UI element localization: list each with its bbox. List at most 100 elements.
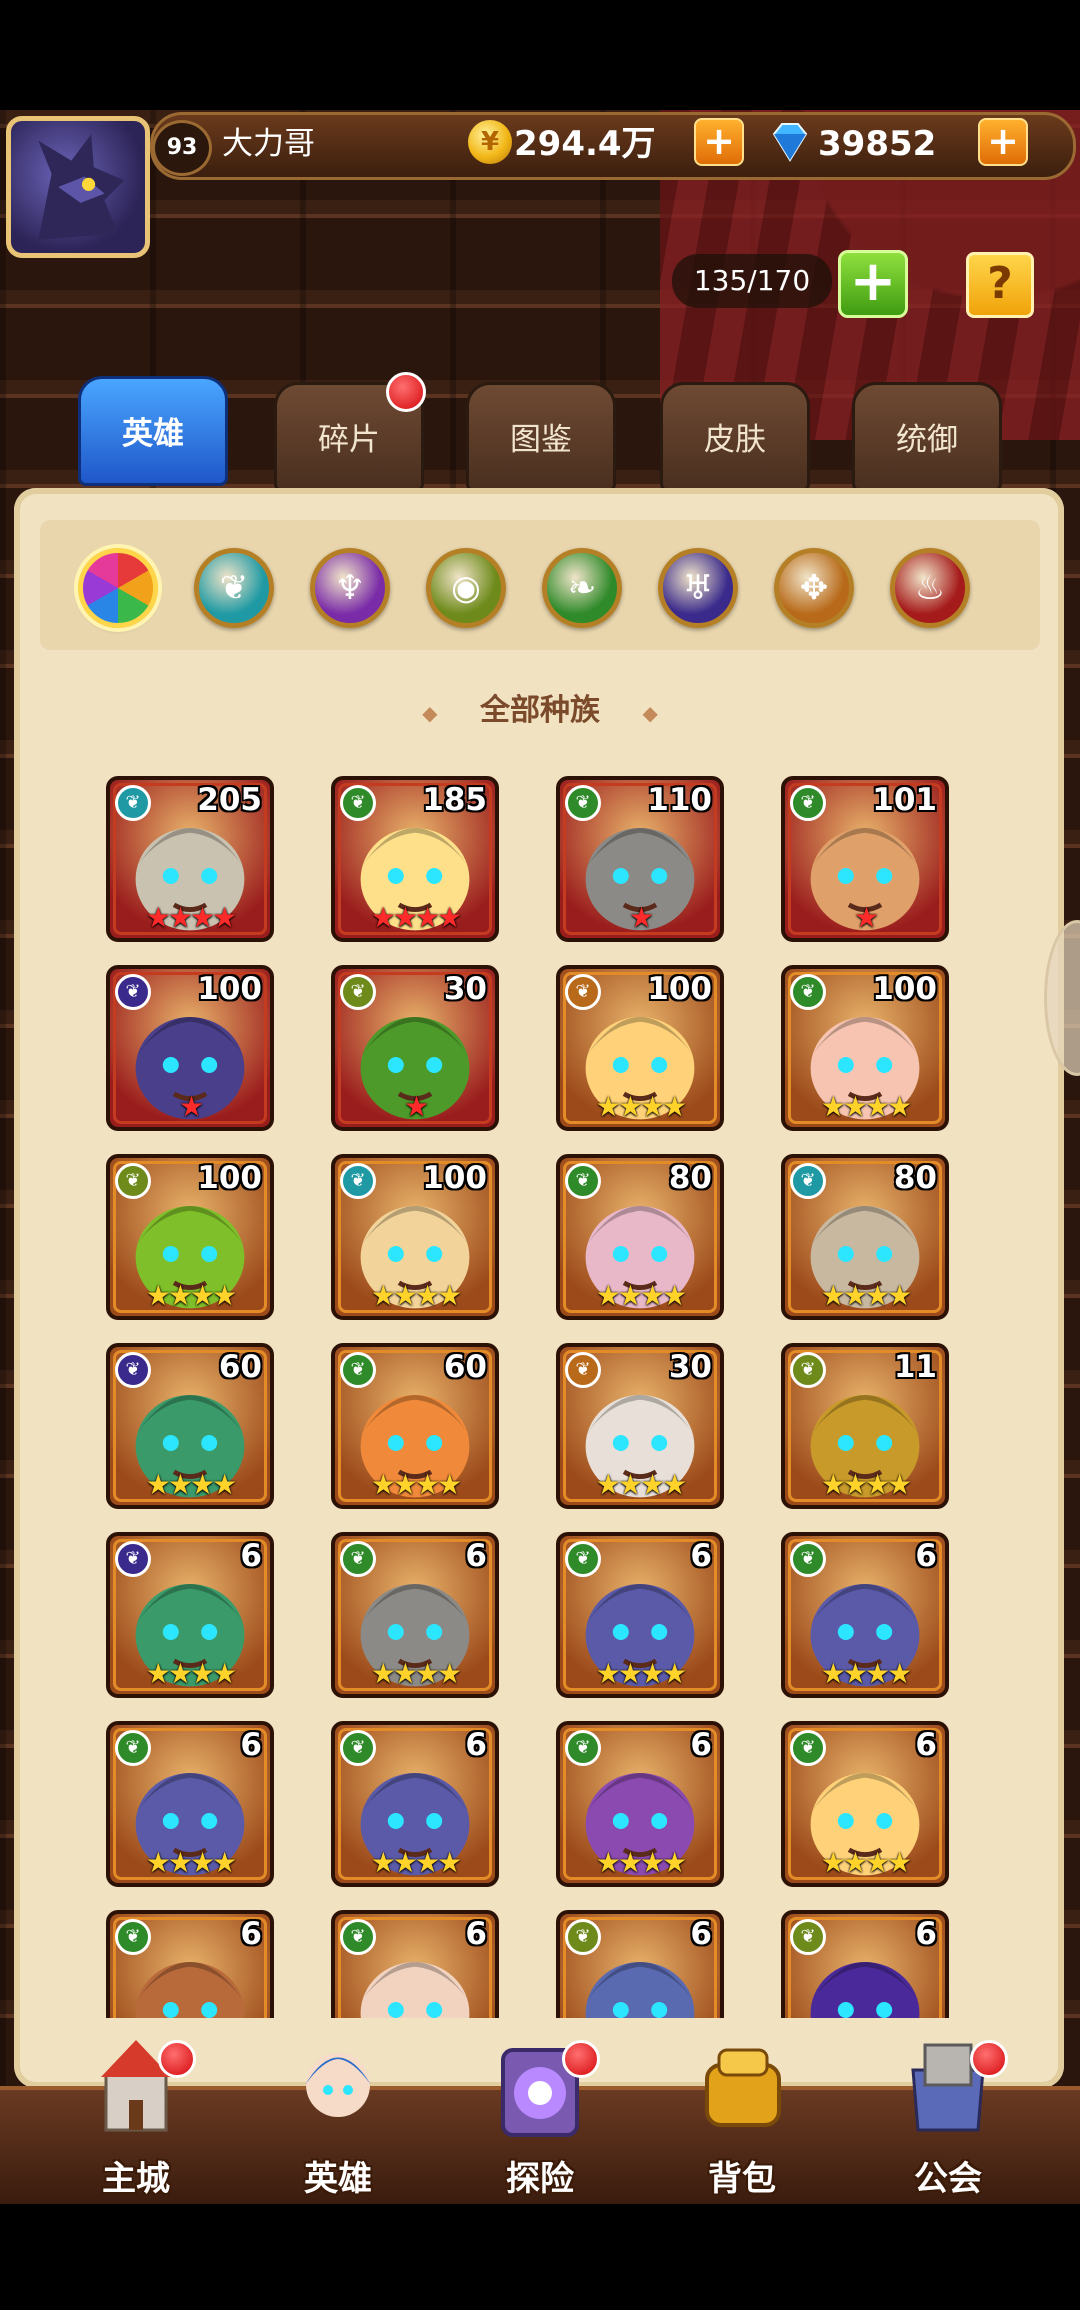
hero-star-rating: ★★★★ xyxy=(820,1468,912,1501)
hero-level: 60 xyxy=(443,1349,487,1385)
nav-hero[interactable]: 英雄 xyxy=(258,2030,418,2200)
hero-race-icon: ❦ xyxy=(565,785,601,821)
hero-race-icon: ❦ xyxy=(565,1352,601,1388)
hero-card[interactable]: ❦ 6 xyxy=(106,1910,274,2018)
hero-level: 6 xyxy=(465,1727,487,1763)
faction-filter-dark[interactable]: ♅ xyxy=(658,548,738,628)
faction-filter-nature-eye[interactable]: ◉ xyxy=(426,548,506,628)
hero-card[interactable]: ❦ 30 ★★★★ xyxy=(556,1343,724,1509)
hero-race-icon: ❦ xyxy=(790,1163,826,1199)
notification-dot xyxy=(562,2040,600,2078)
hero-card[interactable]: ❦ 80 ★★★★ xyxy=(556,1154,724,1320)
nav-castle[interactable]: 主城 xyxy=(56,2030,216,2200)
hero-race-icon: ❦ xyxy=(790,1541,826,1577)
diamond-left-icon: ◆ xyxy=(422,701,438,725)
hero-star-rating: ★★★★ xyxy=(145,1279,237,1312)
forest-wind-emblem-icon: ❦ xyxy=(219,568,249,608)
hero-level: 110 xyxy=(647,782,712,818)
hero-card[interactable]: ❦ 11 ★★★★ xyxy=(781,1343,949,1509)
nav-label: 英雄 xyxy=(304,2159,372,2199)
hero-card[interactable]: ❦ 6 ★★★★ xyxy=(331,1532,499,1698)
hero-card[interactable]: ❦ 6 ★★★★ xyxy=(556,1532,724,1698)
diamond-right-icon: ◆ xyxy=(642,701,658,725)
nav-guild[interactable]: 公会 xyxy=(868,2030,1028,2200)
backpack-icon xyxy=(705,2048,781,2127)
add-gems-button[interactable]: + xyxy=(978,118,1028,166)
hero-level: 100 xyxy=(197,971,262,1007)
hero-star-rating: ★★★★ xyxy=(145,1468,237,1501)
hero-level: 6 xyxy=(240,1727,262,1763)
hero-card[interactable]: ❦ 6 ★★★★ xyxy=(781,1532,949,1698)
hero-star-rating: ★★★★ xyxy=(820,1279,912,1312)
hero-level: 100 xyxy=(647,971,712,1007)
hero-card[interactable]: ❦ 101 ★ xyxy=(781,776,949,942)
hero-card[interactable]: ❦ 100 ★★★★ xyxy=(106,1154,274,1320)
hero-level: 6 xyxy=(915,1916,937,1952)
tab-skins[interactable]: 皮肤 xyxy=(660,382,810,492)
gem-amount: 39852 xyxy=(818,124,937,164)
hero-star-rating: ★★★★ xyxy=(820,1846,912,1879)
hero-star-rating: ★ xyxy=(178,1090,204,1123)
hero-star-rating: ★★★★ xyxy=(595,1846,687,1879)
hero-level: 185 xyxy=(422,782,487,818)
hero-star-rating: ★★★★ xyxy=(370,1846,462,1879)
notification-dot xyxy=(158,2040,196,2078)
expand-capacity-button[interactable]: + xyxy=(838,250,908,318)
nature-eye-emblem-icon: ◉ xyxy=(451,568,481,608)
hero-card[interactable]: ❦ 100 ★★★★ xyxy=(331,1154,499,1320)
hero-card[interactable]: ❦ 6 xyxy=(556,1910,724,2018)
tab-codex[interactable]: 图鉴 xyxy=(466,382,616,492)
hero-star-rating: ★★★★ xyxy=(370,901,462,934)
hero-race-icon: ❦ xyxy=(340,1352,376,1388)
hero-star-rating: ★★★★ xyxy=(145,1846,237,1879)
hero-race-icon: ❦ xyxy=(340,1730,376,1766)
nav-backpack[interactable]: 背包 xyxy=(662,2030,822,2200)
faction-filter-light[interactable]: ✥ xyxy=(774,548,854,628)
hero-card[interactable]: ❦ 110 ★ xyxy=(556,776,724,942)
hero-card[interactable]: ❦ 6 ★★★★ xyxy=(781,1721,949,1887)
hero-card[interactable]: ❦ 6 ★★★★ xyxy=(556,1721,724,1887)
hero-card[interactable]: ❦ 100 ★ xyxy=(106,965,274,1131)
hero-level: 6 xyxy=(240,1916,262,1952)
hero-race-icon: ❦ xyxy=(340,1919,376,1955)
tab-command[interactable]: 统御 xyxy=(852,382,1002,492)
hero-star-rating: ★★★★ xyxy=(370,1657,462,1690)
hero-star-rating: ★ xyxy=(628,901,654,934)
faction-filter-forest-wind[interactable]: ❦ xyxy=(194,548,274,628)
hero-card[interactable]: ❦ 6 xyxy=(331,1910,499,2018)
hero-race-icon: ❦ xyxy=(790,974,826,1010)
hero-star-rating: ★★★★ xyxy=(595,1279,687,1312)
hero-card[interactable]: ❦ 6 xyxy=(781,1910,949,2018)
player-avatar[interactable] xyxy=(6,116,150,258)
nav-portal[interactable]: 探险 xyxy=(460,2030,620,2200)
hero-level: 6 xyxy=(915,1727,937,1763)
hero-card[interactable]: ❦ 205 ★★★★ xyxy=(106,776,274,942)
faction-filter-leaf[interactable]: ❧ xyxy=(542,548,622,628)
hero-race-icon: ❦ xyxy=(565,1541,601,1577)
hero-card[interactable]: ❦ 6 ★★★★ xyxy=(331,1721,499,1887)
add-coins-button[interactable]: + xyxy=(694,118,744,166)
hero-star-rating: ★ xyxy=(853,901,879,934)
hero-race-icon: ❦ xyxy=(115,1919,151,1955)
hero-card[interactable]: ❦ 185 ★★★★ xyxy=(331,776,499,942)
player-name: 大力哥 xyxy=(222,126,315,162)
hero-card[interactable]: ❦ 60 ★★★★ xyxy=(106,1343,274,1509)
hero-card[interactable]: ❦ 60 ★★★★ xyxy=(331,1343,499,1509)
hero-race-icon: ❦ xyxy=(115,1163,151,1199)
hero-level: 100 xyxy=(422,1160,487,1196)
hero-level: 6 xyxy=(690,1916,712,1952)
dragon-avatar-icon xyxy=(38,134,125,240)
help-button[interactable]: ? xyxy=(966,252,1034,318)
hero-card[interactable]: ❦ 6 ★★★★ xyxy=(106,1721,274,1887)
tab-heroes[interactable]: 英雄 xyxy=(78,376,228,486)
faction-filter-all[interactable] xyxy=(78,548,158,628)
hero-card[interactable]: ❦ 80 ★★★★ xyxy=(781,1154,949,1320)
faction-filter-demon[interactable]: ♨ xyxy=(890,548,970,628)
hero-card[interactable]: ❦ 30 ★ xyxy=(331,965,499,1131)
nav-label: 公会 xyxy=(914,2159,982,2199)
hero-card[interactable]: ❦ 100 ★★★★ xyxy=(781,965,949,1131)
hero-card[interactable]: ❦ 100 ★★★★ xyxy=(556,965,724,1131)
hero-level: 60 xyxy=(218,1349,262,1385)
hero-card[interactable]: ❦ 6 ★★★★ xyxy=(106,1532,274,1698)
faction-filter-arcane[interactable]: ♆ xyxy=(310,548,390,628)
